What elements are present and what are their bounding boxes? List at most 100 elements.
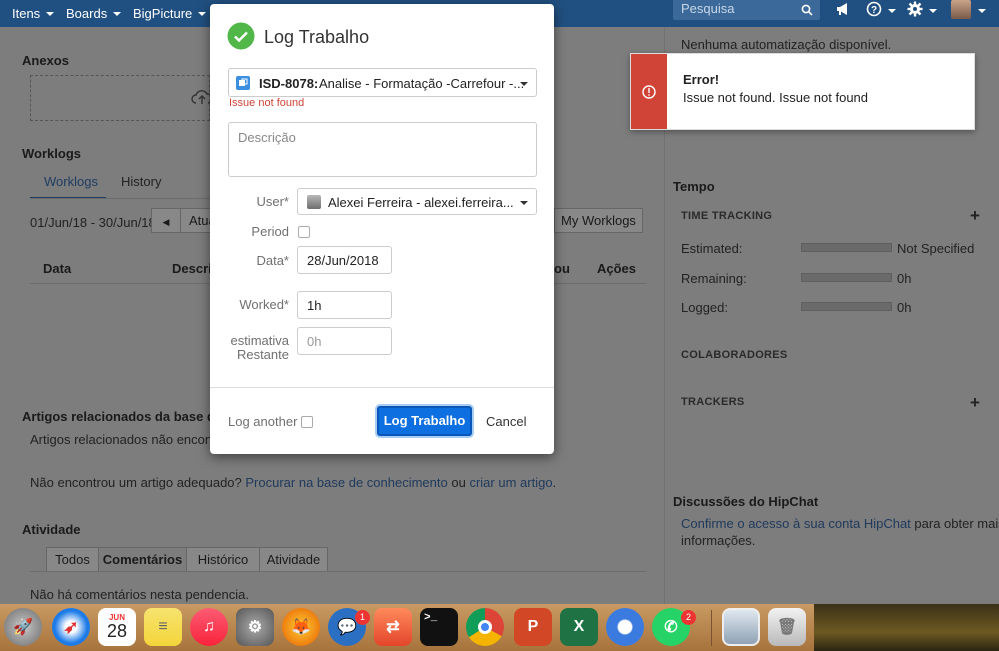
tempo-title: Tempo bbox=[673, 179, 715, 194]
estimated-bar bbox=[801, 243, 892, 252]
tab-comments-label: Comentários bbox=[102, 552, 183, 567]
calendar-icon[interactable]: JUN 28 bbox=[98, 608, 136, 646]
hipchat-title: Discussões do HipChat bbox=[673, 494, 819, 509]
activity-divider bbox=[30, 571, 646, 572]
gear-icon[interactable] bbox=[907, 1, 923, 17]
estimated-label: Estimated: bbox=[681, 241, 743, 256]
megaphone-icon[interactable] bbox=[836, 2, 851, 16]
column-data[interactable]: Data bbox=[43, 261, 71, 276]
chevron-down-icon bbox=[929, 9, 937, 13]
firefox-icon[interactable]: 🦊 bbox=[282, 608, 320, 646]
user-value: Alexei Ferreira - alexei.ferreira... bbox=[328, 195, 514, 210]
filezilla-icon[interactable]: ⇄ bbox=[374, 608, 412, 646]
logged-bar bbox=[801, 302, 892, 311]
downloads-stack-icon[interactable] bbox=[722, 608, 760, 646]
issue-select[interactable]: ISD-8078: Analise - Formatação -Carrefou… bbox=[228, 68, 537, 97]
issue-type-icon bbox=[236, 76, 250, 90]
column-ou[interactable]: ou bbox=[554, 261, 570, 276]
error-title: Error! bbox=[683, 72, 720, 87]
chrome-canary-icon[interactable] bbox=[606, 608, 644, 646]
remaining-placeholder: 0h bbox=[307, 334, 322, 349]
user-avatar-small bbox=[307, 195, 321, 209]
tab-divider bbox=[30, 198, 210, 199]
error-notification: Error! Issue not found. Issue not found bbox=[630, 53, 975, 130]
cancel-button[interactable]: Cancel bbox=[486, 414, 526, 429]
terminal-icon[interactable]: >_ bbox=[420, 608, 458, 646]
notes-icon[interactable]: ≡ bbox=[144, 608, 182, 646]
period-text: . bbox=[552, 475, 557, 490]
trackers-title: TRACKERS bbox=[681, 396, 745, 408]
tab-history-label: Histórico bbox=[197, 552, 249, 567]
remaining-label-line-1: estimativa bbox=[230, 333, 289, 348]
chrome-icon[interactable] bbox=[466, 608, 504, 646]
description-textarea[interactable]: Descrição bbox=[228, 122, 537, 177]
date-label: Data* bbox=[256, 253, 289, 268]
related-articles-text: Artigos relacionados não encontra bbox=[30, 432, 228, 447]
nav-bigpicture-menu[interactable]: BigPicture bbox=[133, 0, 207, 27]
chat-badge: 1 bbox=[355, 610, 370, 625]
previous-period-button[interactable]: ◀ bbox=[151, 208, 181, 233]
remaining-value: 0h bbox=[897, 271, 912, 286]
search-input[interactable]: Pesquisa bbox=[673, 0, 820, 20]
user-avatar[interactable] bbox=[951, 0, 971, 19]
search-knowledge-base-link[interactable]: Procurar na base de conhecimento bbox=[245, 475, 447, 490]
tab-worklogs[interactable]: Worklogs bbox=[44, 174, 98, 189]
period-checkbox[interactable] bbox=[298, 226, 310, 238]
attachments-dropzone[interactable] bbox=[30, 75, 213, 121]
log-work-submit-button[interactable]: Log Trabalho bbox=[377, 406, 472, 436]
tab-activity[interactable]: Atividade bbox=[259, 547, 328, 572]
nav-itens-menu[interactable]: Itens bbox=[12, 0, 55, 27]
log-another-label: Log another bbox=[228, 414, 298, 429]
tab-comments[interactable]: Comentários bbox=[98, 547, 186, 572]
issue-error-text: Issue not found bbox=[229, 97, 305, 109]
log-work-dialog: Log Trabalho ISD-8078: Analise - Formata… bbox=[210, 4, 554, 454]
no-comments-text: Não há comentários nesta pendencia. bbox=[30, 587, 249, 602]
search-icon[interactable] bbox=[801, 4, 813, 16]
date-range[interactable]: 01/Jun/18 - 30/Jun/18 bbox=[30, 215, 156, 230]
nav-itens-label: Itens bbox=[12, 6, 41, 21]
worked-value: 1h bbox=[307, 298, 322, 313]
date-input[interactable]: 28/Jun/2018 bbox=[297, 246, 392, 274]
itunes-icon[interactable]: ♫ bbox=[190, 608, 228, 646]
current-period-button[interactable]: Atua bbox=[180, 208, 216, 233]
chevron-down-icon bbox=[520, 82, 528, 86]
system-preferences-icon[interactable]: ⚙ bbox=[236, 608, 274, 646]
trash-icon[interactable]: 🗑 bbox=[768, 608, 806, 646]
logged-value: 0h bbox=[897, 300, 912, 315]
log-another-checkbox[interactable] bbox=[301, 416, 313, 428]
remaining-estimate-label: estimativa Restante bbox=[210, 334, 289, 362]
worked-input[interactable]: 1h bbox=[297, 291, 392, 319]
safari-icon[interactable]: ➶ bbox=[52, 608, 90, 646]
svg-text:?: ? bbox=[871, 5, 877, 16]
user-select[interactable]: Alexei Ferreira - alexei.ferreira... bbox=[297, 188, 537, 215]
hipchat-confirm-link[interactable]: Confirme o acesso à sua conta HipChat bbox=[681, 516, 911, 531]
issue-key: ISD-8078: bbox=[259, 76, 319, 91]
create-article-link[interactable]: criar um artigo bbox=[469, 475, 552, 490]
hipchat-text: para obter mais bbox=[914, 516, 999, 531]
help-icon[interactable]: ? bbox=[866, 1, 882, 17]
launchpad-icon[interactable]: 🚀 bbox=[4, 608, 42, 646]
nav-boards-menu[interactable]: Boards bbox=[66, 0, 122, 27]
add-time-icon[interactable]: + bbox=[970, 207, 980, 224]
tab-all[interactable]: Todos bbox=[46, 547, 98, 572]
tab-history-activity[interactable]: Histórico bbox=[186, 547, 259, 572]
column-description[interactable]: Descri bbox=[172, 261, 212, 276]
chevron-left-icon: ◀ bbox=[162, 217, 170, 227]
my-worklogs-label: My Worklogs bbox=[561, 213, 636, 228]
remaining-label: Remaining: bbox=[681, 271, 747, 286]
tab-history[interactable]: History bbox=[121, 174, 161, 189]
time-tracking-title: TIME TRACKING bbox=[681, 210, 773, 222]
excel-icon[interactable]: X bbox=[560, 608, 598, 646]
activity-tabs: Todos Comentários Histórico Atividade bbox=[46, 547, 328, 572]
powerpoint-icon[interactable]: P bbox=[514, 608, 552, 646]
my-worklogs-button[interactable]: My Worklogs bbox=[554, 208, 643, 233]
remaining-estimate-input[interactable]: 0h bbox=[297, 327, 392, 355]
issue-summary: Analise - Formatação -Carrefour -... bbox=[319, 76, 525, 91]
worklogs-title: Worklogs bbox=[22, 146, 81, 161]
chevron-down-icon bbox=[46, 11, 55, 16]
description-placeholder: Descrição bbox=[238, 130, 296, 145]
chevron-down-icon bbox=[888, 9, 896, 13]
column-actions[interactable]: Ações bbox=[597, 261, 636, 276]
add-tracker-icon[interactable]: + bbox=[970, 394, 980, 411]
dock-separator bbox=[711, 610, 712, 646]
